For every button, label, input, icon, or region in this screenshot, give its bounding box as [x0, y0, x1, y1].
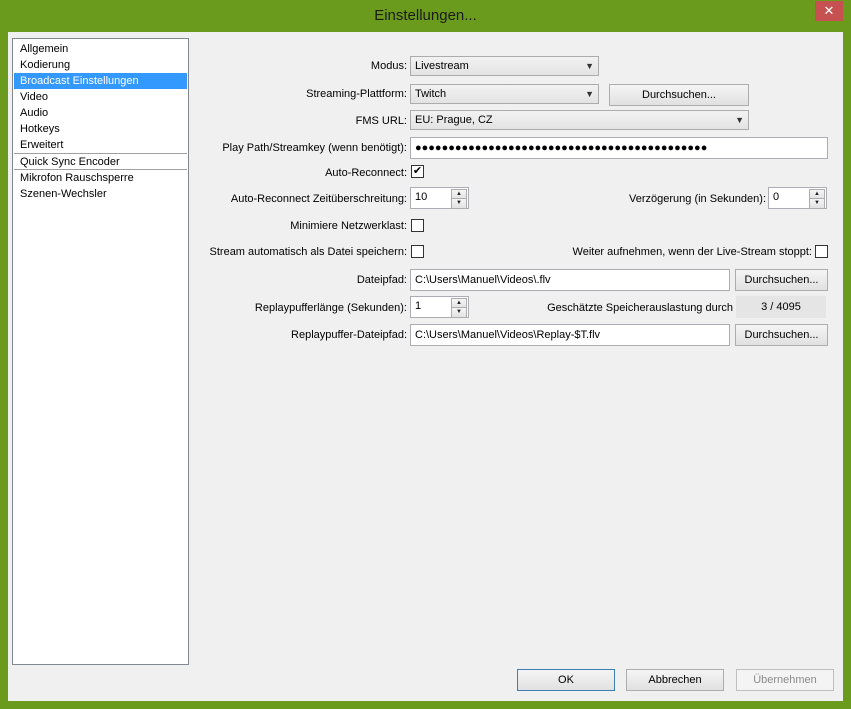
replay-path-browse-button[interactable]: Durchsuchen... — [735, 324, 828, 346]
spin-down-icon[interactable]: ▼ — [451, 198, 467, 209]
replay-length-label: Replaypufferlänge (Sekunden): — [254, 302, 407, 314]
spin-down-icon[interactable]: ▼ — [809, 198, 825, 209]
delay-value: 0 — [773, 191, 780, 203]
replay-path-input[interactable]: C:\Users\Manuel\Videos\Replay-$T.flv — [410, 324, 730, 346]
file-path-browse-button[interactable]: Durchsuchen... — [735, 269, 828, 291]
mode-label: Modus: — [370, 60, 407, 72]
platform-dropdown[interactable]: Twitch ▼ — [410, 84, 599, 104]
nav-item-erweitert[interactable]: Erweitert — [14, 137, 187, 153]
save-to-file-checkbox[interactable] — [411, 245, 424, 258]
memory-usage-label: Geschätzte Speicherauslastung durch — [547, 302, 733, 314]
minimize-net-label: Minimiere Netzwerklast: — [290, 220, 407, 232]
fms-url-dropdown[interactable]: EU: Prague, CZ ▼ — [410, 110, 749, 130]
ok-button[interactable]: OK — [517, 669, 615, 691]
window-title: Einstellungen... — [374, 7, 477, 24]
reconnect-timeout-value: 10 — [415, 191, 428, 203]
nav-item-broadcast[interactable]: Broadcast Einstellungen — [14, 73, 187, 89]
reconnect-timeout-label: Auto-Reconnect Zeitüberschreitung: — [230, 193, 407, 205]
platform-browse-button[interactable]: Durchsuchen... — [609, 84, 749, 106]
fms-url-value: EU: Prague, CZ — [415, 114, 493, 126]
nav-item-szenen-wechsler[interactable]: Szenen-Wechsler — [14, 186, 187, 202]
chevron-down-icon: ▼ — [735, 115, 744, 125]
delay-label: Verzögerung (in Sekunden): — [629, 193, 766, 205]
delay-spinbox[interactable]: 0 ▲ ▼ — [768, 187, 827, 209]
replay-path-label: Replaypuffer-Dateipfad: — [291, 329, 407, 341]
nav-item-quicksync[interactable]: Quick Sync Encoder — [14, 154, 187, 170]
apply-button[interactable]: Übernehmen — [736, 669, 834, 691]
fms-url-label: FMS URL: — [355, 115, 407, 127]
minimize-net-checkbox[interactable] — [411, 219, 424, 232]
spin-down-icon[interactable]: ▼ — [451, 307, 467, 318]
mode-dropdown[interactable]: Livestream ▼ — [410, 56, 599, 76]
file-path-input[interactable]: C:\Users\Manuel\Videos\.flv — [410, 269, 730, 291]
nav-item-video[interactable]: Video — [14, 89, 187, 105]
platform-label: Streaming-Plattform: — [306, 88, 407, 100]
memory-usage-value: 3 / 4095 — [736, 296, 826, 318]
chevron-down-icon: ▼ — [585, 89, 594, 99]
auto-reconnect-checkbox[interactable]: ✔ — [411, 165, 424, 178]
window-frame-right — [843, 32, 851, 709]
cancel-button[interactable]: Abbrechen — [626, 669, 724, 691]
nav-item-audio[interactable]: Audio — [14, 105, 187, 121]
file-path-label: Dateipfad: — [356, 274, 407, 286]
nav-item-kodierung[interactable]: Kodierung — [14, 57, 187, 73]
replay-length-value: 1 — [415, 300, 422, 312]
window-frame-left — [0, 32, 8, 709]
settings-window: Einstellungen... ✕ Allgemein Kodierung B… — [0, 0, 851, 709]
title-bar[interactable]: Einstellungen... ✕ — [0, 0, 851, 32]
replay-length-spinbox[interactable]: 1 ▲ ▼ — [410, 296, 469, 318]
keep-recording-checkbox[interactable] — [815, 245, 828, 258]
settings-nav-list[interactable]: Allgemein Kodierung Broadcast Einstellun… — [12, 38, 189, 665]
keep-recording-label: Weiter aufnehmen, wenn der Live-Stream s… — [572, 246, 812, 258]
platform-value: Twitch — [415, 88, 447, 100]
mode-value: Livestream — [415, 60, 469, 72]
streamkey-label: Play Path/Streamkey (wenn benötigt): — [222, 142, 407, 154]
nav-item-rauschsperre[interactable]: Mikrofon Rauschsperre — [14, 170, 187, 186]
streamkey-input[interactable]: ●●●●●●●●●●●●●●●●●●●●●●●●●●●●●●●●●●●●●●●●… — [410, 137, 828, 159]
save-to-file-label: Stream automatisch als Datei speichern: — [209, 246, 407, 258]
nav-item-hotkeys[interactable]: Hotkeys — [14, 121, 187, 137]
nav-item-allgemein[interactable]: Allgemein — [14, 41, 187, 57]
chevron-down-icon: ▼ — [585, 61, 594, 71]
close-button[interactable]: ✕ — [815, 1, 843, 21]
reconnect-timeout-spinbox[interactable]: 10 ▲ ▼ — [410, 187, 469, 209]
window-frame-bottom — [0, 701, 851, 709]
auto-reconnect-label: Auto-Reconnect: — [325, 167, 407, 179]
